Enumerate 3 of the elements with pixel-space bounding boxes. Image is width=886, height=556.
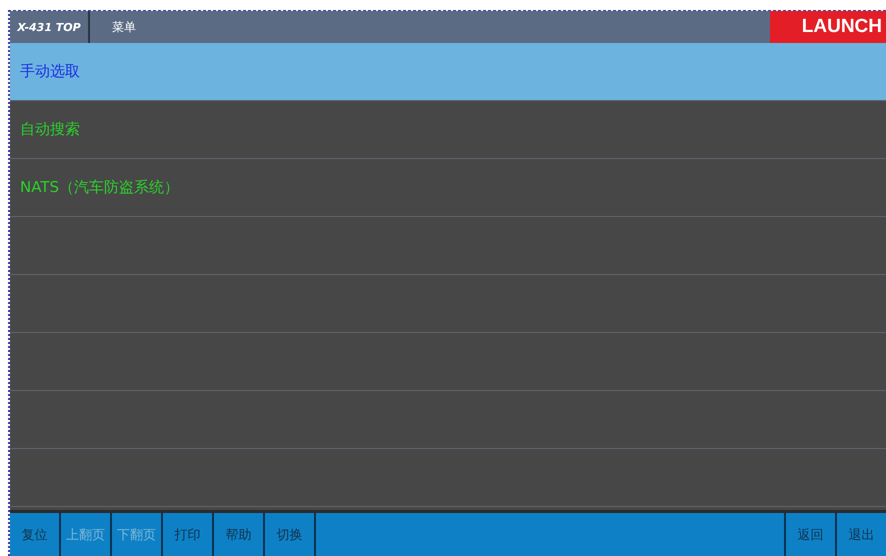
- menu-item[interactable]: 手动选取: [10, 43, 886, 101]
- brand-logo: LAUNCH: [770, 11, 886, 43]
- menu-title: 菜单: [111, 18, 137, 36]
